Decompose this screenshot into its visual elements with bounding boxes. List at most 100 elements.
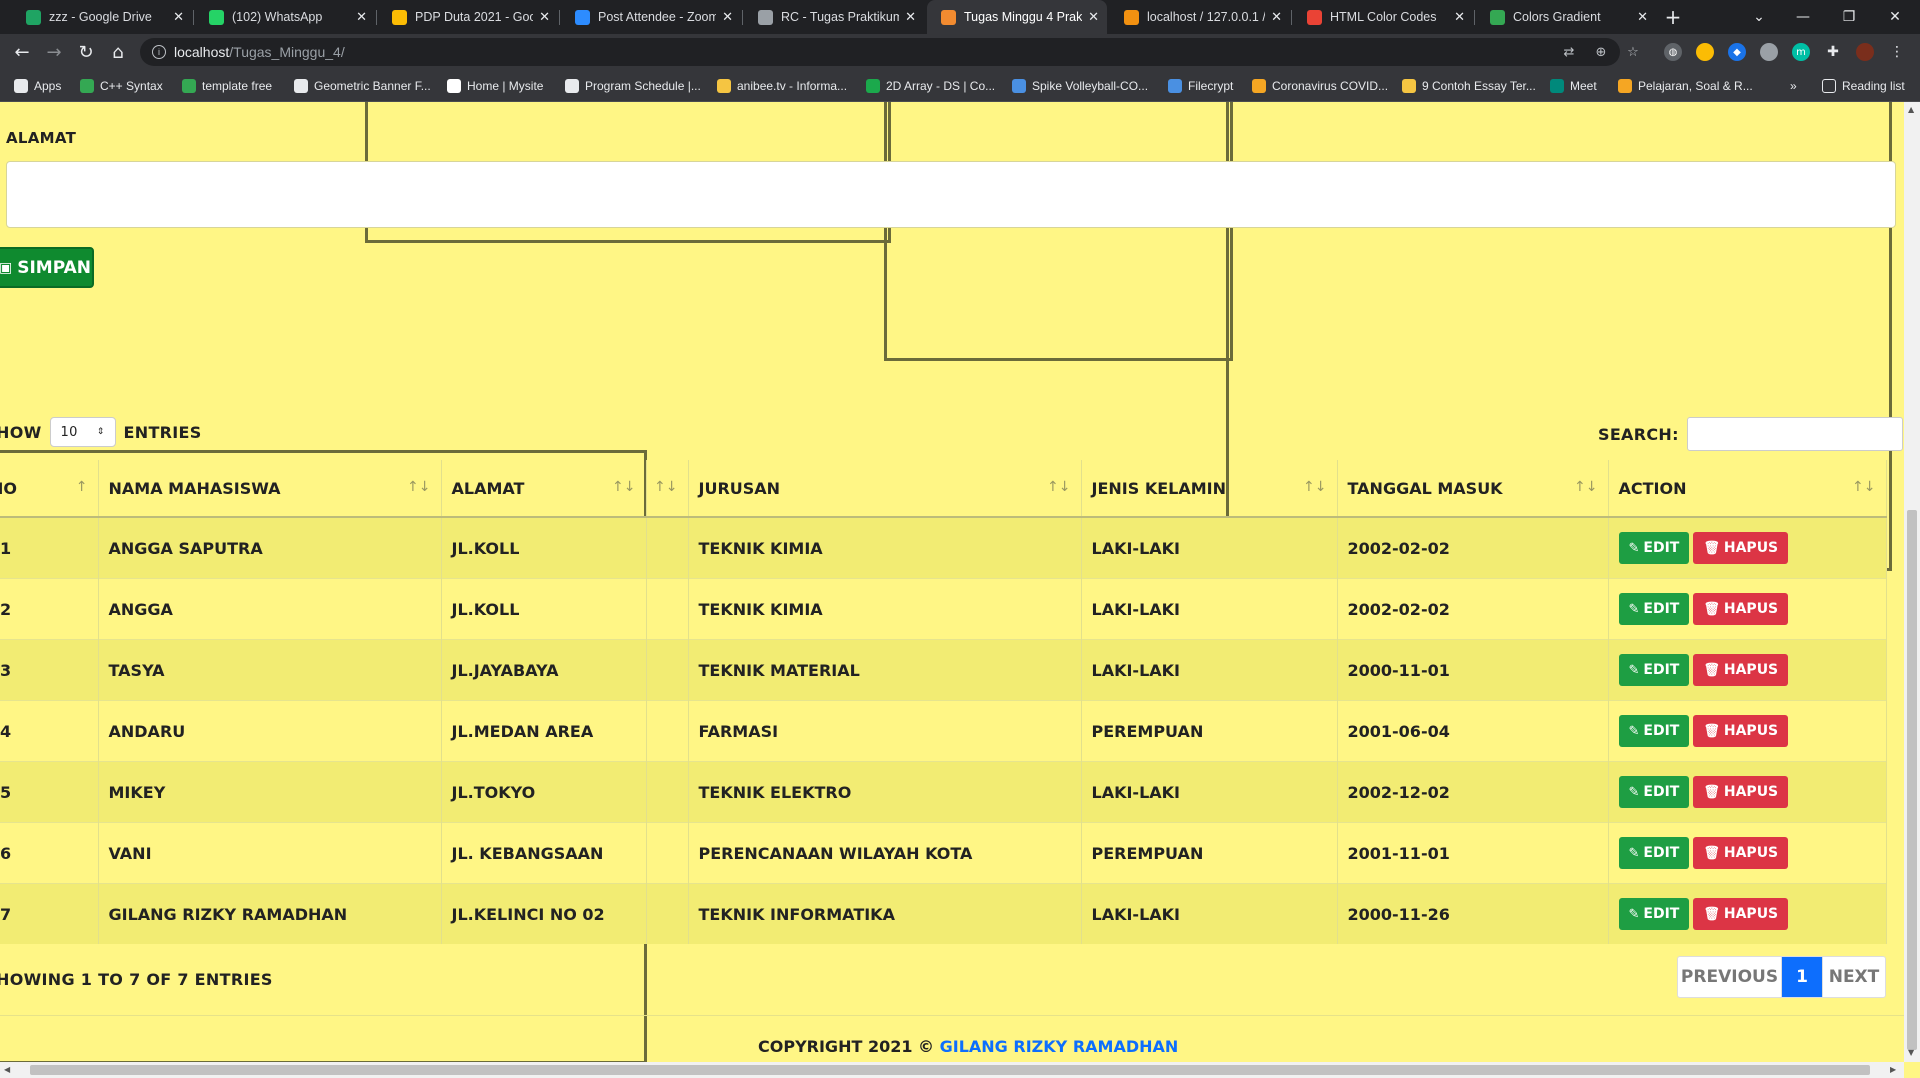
new-tab-button[interactable]: + (1650, 0, 1696, 34)
bookmark-item[interactable]: C++ Syntax (80, 77, 163, 95)
browser-tab[interactable]: zzz - Google Drive ✕ (12, 0, 192, 34)
close-tab-icon[interactable]: ✕ (173, 9, 184, 25)
bookmark-item[interactable]: 2D Array - DS | Co... (866, 77, 995, 95)
vertical-scrollbar[interactable]: ▲ ▼ (1904, 102, 1920, 1062)
alamat-textarea[interactable] (6, 161, 1896, 228)
extensions-puzzle-icon[interactable]: ✚ (1824, 43, 1842, 61)
close-tab-icon[interactable]: ✕ (1271, 9, 1282, 25)
edit-button[interactable]: ✎ Edit (1618, 532, 1690, 564)
extension-m-icon[interactable]: m (1792, 43, 1810, 61)
close-tab-icon[interactable]: ✕ (1088, 9, 1099, 25)
hapus-button[interactable]: 🗑 Hapus (1693, 532, 1789, 564)
bookmark-item[interactable]: template free (182, 77, 272, 95)
apps-grid-icon (14, 79, 28, 93)
close-window-icon[interactable]: ✕ (1872, 0, 1918, 34)
edit-button[interactable]: ✎ Edit (1618, 654, 1690, 686)
browser-tab[interactable]: HTML Color Codes ✕ (1293, 0, 1473, 34)
entries-length-select[interactable]: 10 ⇕ (49, 417, 116, 447)
browser-tab[interactable]: localhost / 127.0.0.1 / ✕ (1110, 0, 1290, 34)
vertical-scroll-thumb[interactable] (1907, 510, 1917, 1050)
hapus-button[interactable]: 🗑 Hapus (1693, 654, 1789, 686)
extension-bars-icon[interactable] (1696, 43, 1714, 61)
reload-icon[interactable]: ↻ (74, 40, 98, 64)
profile-avatar[interactable] (1856, 43, 1874, 61)
bookmark-item[interactable]: Home | Mysite (447, 77, 543, 95)
bookmark-item[interactable]: Pelajaran, Soal & R... (1618, 77, 1753, 95)
edit-button[interactable]: ✎ Edit (1618, 837, 1690, 869)
bookmark-item[interactable]: anibee.tv - Informa... (717, 77, 847, 95)
browser-tab[interactable]: RC - Tugas Praktikum ✕ (744, 0, 924, 34)
column-header[interactable]: Nama Mahasiswa ↑↓ (98, 460, 442, 518)
tab-separator (1291, 10, 1292, 25)
search-input[interactable] (1686, 417, 1903, 451)
extension-globe-icon[interactable]: ◍ (1664, 43, 1682, 61)
next-button[interactable]: Next (1822, 957, 1885, 997)
column-header-label: No (0, 478, 17, 498)
author-link[interactable]: Gilang Rizky Ramadhan (940, 1037, 1179, 1056)
column-header[interactable]: Alamat ↑↓ (441, 460, 647, 518)
address-bar[interactable]: i localhost/Tugas_Minggu_4/ (140, 38, 1620, 66)
scroll-left-arrow-icon[interactable]: ◀ (4, 1065, 10, 1074)
more-bookmarks-icon[interactable]: » (1790, 77, 1797, 95)
browser-tab[interactable]: Colors Gradient ✕ (1476, 0, 1656, 34)
column-header[interactable]: No ↑ (0, 460, 99, 518)
edit-button[interactable]: ✎ Edit (1618, 715, 1690, 747)
extension-face-icon[interactable] (1760, 43, 1778, 61)
bookmark-item[interactable]: 9 Contoh Essay Ter... (1402, 77, 1536, 95)
bookmark-item[interactable]: Coronavirus COVID... (1252, 77, 1388, 95)
close-tab-icon[interactable]: ✕ (1637, 9, 1648, 25)
minimize-icon[interactable]: — (1780, 0, 1826, 34)
hapus-button[interactable]: 🗑 Hapus (1693, 898, 1789, 930)
reading-list-button[interactable]: Reading list (1822, 77, 1905, 95)
bookmark-item[interactable]: Filecrypt (1168, 77, 1233, 95)
bookmark-star-icon[interactable]: ☆ (1625, 44, 1641, 60)
column-header[interactable]: Action ↑↓ (1608, 460, 1887, 518)
browser-tab[interactable]: Post Attendee - Zoom ✕ (561, 0, 741, 34)
browser-tab[interactable]: PDP Duta 2021 - Goo ✕ (378, 0, 558, 34)
close-tab-icon[interactable]: ✕ (539, 9, 550, 25)
forward-icon[interactable]: → (42, 40, 66, 64)
previous-button[interactable]: Previous (1678, 957, 1782, 997)
horizontal-scroll-thumb[interactable] (30, 1065, 1870, 1075)
home-icon[interactable]: ⌂ (106, 40, 130, 64)
bookmark-item[interactable]: Program Schedule |... (565, 77, 701, 95)
edit-button[interactable]: ✎ Edit (1618, 898, 1690, 930)
bookmark-item[interactable]: Geometric Banner F... (294, 77, 431, 95)
hapus-button[interactable]: 🗑 Hapus (1693, 715, 1789, 747)
hapus-button[interactable]: 🗑 Hapus (1693, 837, 1789, 869)
edit-button[interactable]: ✎ Edit (1618, 776, 1690, 808)
bookmark-item[interactable]: Spike Volleyball-CO... (1012, 77, 1148, 95)
close-tab-icon[interactable]: ✕ (1454, 9, 1465, 25)
column-header[interactable]: ↑↓ (646, 460, 689, 518)
site-info-icon[interactable]: i (152, 45, 166, 59)
browser-tab[interactable]: (102) WhatsApp ✕ (195, 0, 375, 34)
bookmark-item[interactable]: Apps (14, 77, 61, 95)
menu-kebab-icon[interactable]: ⋮ (1888, 43, 1906, 61)
scroll-up-arrow-icon[interactable]: ▲ (1908, 105, 1914, 114)
hapus-button[interactable]: 🗑 Hapus (1693, 776, 1789, 808)
hapus-button[interactable]: 🗑 Hapus (1693, 593, 1789, 625)
page-1-button[interactable]: 1 (1782, 957, 1822, 997)
close-tab-icon[interactable]: ✕ (905, 9, 916, 25)
extension-drop-icon[interactable]: ◆ (1728, 43, 1746, 61)
column-header[interactable]: Tanggal Masuk ↑↓ (1337, 460, 1609, 518)
bookmark-item[interactable]: Meet (1550, 77, 1597, 95)
back-icon[interactable]: ← (10, 40, 34, 64)
scroll-down-arrow-icon[interactable]: ▼ (1908, 1048, 1914, 1057)
column-header[interactable]: Jurusan ↑↓ (688, 460, 1082, 518)
close-tab-icon[interactable]: ✕ (356, 9, 367, 25)
tab-search-chevron-icon[interactable]: ⌄ (1736, 0, 1782, 34)
close-tab-icon[interactable]: ✕ (722, 9, 733, 25)
hapus-label: Hapus (1723, 784, 1779, 800)
zoom-icon[interactable]: ⊕ (1593, 44, 1609, 60)
browser-tab[interactable]: Tugas Minggu 4 Prakt ✕ (927, 0, 1107, 34)
cell-no: 6 (0, 822, 99, 884)
column-header[interactable]: Jenis Kelamin ↑↓ (1081, 460, 1338, 518)
simpan-button[interactable]: ▣ Simpan (0, 247, 94, 288)
scroll-right-arrow-icon[interactable]: ▶ (1890, 1065, 1896, 1074)
edit-button[interactable]: ✎ Edit (1618, 593, 1690, 625)
horizontal-scrollbar[interactable]: ◀ ▶ (0, 1062, 1904, 1078)
tab-separator (742, 10, 743, 25)
restore-icon[interactable]: ❐ (1826, 0, 1872, 34)
translate-icon[interactable]: ⇄ (1561, 44, 1577, 60)
